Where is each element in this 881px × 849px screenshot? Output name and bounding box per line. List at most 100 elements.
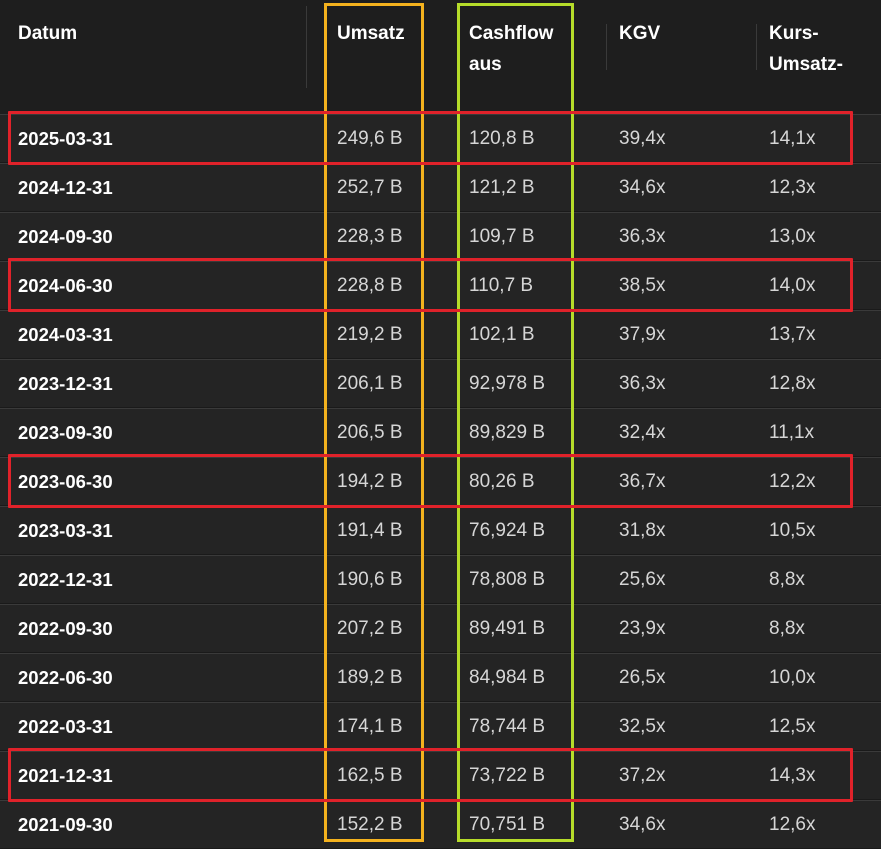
umsatz-cell: 194,2 B [337,471,403,492]
date-cell: 2022-06-30 [18,667,113,688]
kgv-cell: 39,4x [619,128,666,149]
kgv-cell: 26,5x [619,667,666,688]
kurs-umsatz-cell: 10,0x [769,667,816,688]
cashflow-cell: 92,978 B [469,373,546,394]
kurs-umsatz-cell: 12,5x [769,716,816,737]
cashflow-cell: 120,8 B [469,128,535,149]
cashflow-cell: 76,924 B [469,520,546,541]
date-cell: 2024-03-31 [18,324,113,345]
financial-table: Datum Umsatz Cashflow aus KGV Kurs- Umsa… [0,0,881,848]
kurs-umsatz-cell: 14,0x [769,275,816,296]
kurs-umsatz-cell: 13,0x [769,226,816,247]
date-cell: 2023-12-31 [18,373,113,394]
cashflow-cell: 110,7 B [469,275,534,296]
kgv-cell: 32,4x [619,422,666,443]
header-datum[interactable]: Datum [18,18,77,49]
kgv-cell: 31,8x [619,520,666,541]
umsatz-cell: 191,4 B [337,520,403,541]
umsatz-cell: 189,2 B [337,667,403,688]
header-kgv[interactable]: KGV [619,18,660,49]
date-cell: 2023-06-30 [18,471,113,492]
table-row[interactable]: 2023-12-31 206,1 B 92,978 B 36,3x 12,8x [0,359,881,407]
table-row[interactable]: 2022-12-31 190,6 B 78,808 B 25,6x 8,8x [0,555,881,603]
cashflow-cell: 89,829 B [469,422,546,443]
kgv-cell: 32,5x [619,716,666,737]
date-cell: 2022-12-31 [18,569,113,590]
table-row[interactable]: 2024-09-30 228,3 B 109,7 B 36,3x 13,0x [0,212,881,260]
cashflow-cell: 80,26 B [469,471,535,492]
table-row[interactable]: 2023-09-30 206,5 B 89,829 B 32,4x 11,1x [0,408,881,456]
header-kurs-umsatz[interactable]: Kurs- Umsatz- [769,18,843,80]
kgv-cell: 36,3x [619,373,666,394]
date-cell: 2022-09-30 [18,618,113,639]
date-cell: 2023-09-30 [18,422,113,443]
table-row[interactable]: 2022-03-31 174,1 B 78,744 B 32,5x 12,5x [0,702,881,750]
kurs-umsatz-cell: 12,2x [769,471,816,492]
kurs-umsatz-cell: 13,7x [769,324,816,345]
header-divider [306,6,307,88]
cashflow-cell: 89,491 B [469,618,546,639]
cashflow-cell: 84,984 B [469,667,546,688]
table-row[interactable]: 2021-12-31 162,5 B 73,722 B 37,2x 14,3x [0,751,881,799]
cashflow-cell: 102,1 B [469,324,535,345]
date-cell: 2025-03-31 [18,128,113,149]
kurs-umsatz-cell: 14,1x [769,128,816,149]
cashflow-cell: 121,2 B [469,177,535,198]
umsatz-cell: 206,1 B [337,373,403,394]
kurs-umsatz-cell: 12,3x [769,177,816,198]
umsatz-cell: 206,5 B [337,422,403,443]
cashflow-cell: 78,808 B [469,569,546,590]
table-row[interactable]: 2022-06-30 189,2 B 84,984 B 26,5x 10,0x [0,653,881,701]
kgv-cell: 37,9x [619,324,666,345]
cashflow-cell: 73,722 B [469,765,546,786]
header-divider [756,24,757,70]
kurs-umsatz-cell: 14,3x [769,765,816,786]
umsatz-cell: 152,2 B [337,814,403,835]
date-cell: 2022-03-31 [18,716,113,737]
date-cell: 2021-09-30 [18,814,113,835]
umsatz-cell: 228,3 B [337,226,403,247]
kurs-umsatz-cell: 11,1x [769,422,815,443]
table-row[interactable]: 2022-09-30 207,2 B 89,491 B 23,9x 8,8x [0,604,881,652]
kgv-cell: 36,7x [619,471,666,492]
cashflow-cell: 78,744 B [469,716,546,737]
kgv-cell: 38,5x [619,275,666,296]
kurs-umsatz-cell: 10,5x [769,520,816,541]
header-umsatz[interactable]: Umsatz [337,18,405,49]
table-header: Datum Umsatz Cashflow aus KGV Kurs- Umsa… [0,0,881,114]
header-divider [606,24,607,70]
date-cell: 2023-03-31 [18,520,113,541]
umsatz-cell: 174,1 B [337,716,403,737]
umsatz-cell: 252,7 B [337,177,403,198]
table-row[interactable]: 2024-12-31 252,7 B 121,2 B 34,6x 12,3x [0,163,881,211]
umsatz-cell: 190,6 B [337,569,403,590]
table-row[interactable]: 2021-09-30 152,2 B 70,751 B 34,6x 12,6x [0,800,881,848]
umsatz-cell: 249,6 B [337,128,403,149]
umsatz-cell: 207,2 B [337,618,403,639]
kgv-cell: 23,9x [619,618,666,639]
date-cell: 2024-12-31 [18,177,113,198]
table-row[interactable]: 2023-03-31 191,4 B 76,924 B 31,8x 10,5x [0,506,881,554]
kgv-cell: 25,6x [619,569,666,590]
umsatz-cell: 162,5 B [337,765,403,786]
date-cell: 2021-12-31 [18,765,113,786]
table-row[interactable]: 2023-06-30 194,2 B 80,26 B 36,7x 12,2x [0,457,881,505]
umsatz-cell: 228,8 B [337,275,403,296]
kgv-cell: 34,6x [619,177,666,198]
kurs-umsatz-cell: 12,8x [769,373,816,394]
kurs-umsatz-cell: 8,8x [769,618,805,639]
cashflow-cell: 70,751 B [469,814,546,835]
kgv-cell: 34,6x [619,814,666,835]
header-cashflow[interactable]: Cashflow aus [469,18,553,80]
umsatz-cell: 219,2 B [337,324,403,345]
date-cell: 2024-09-30 [18,226,113,247]
cashflow-cell: 109,7 B [469,226,535,247]
kgv-cell: 37,2x [619,765,666,786]
kgv-cell: 36,3x [619,226,666,247]
table-row[interactable]: 2024-03-31 219,2 B 102,1 B 37,9x 13,7x [0,310,881,358]
table-row[interactable]: 2025-03-31 249,6 B 120,8 B 39,4x 14,1x [0,114,881,162]
kurs-umsatz-cell: 8,8x [769,569,805,590]
table-row[interactable]: 2024-06-30 228,8 B 110,7 B 38,5x 14,0x [0,261,881,309]
date-cell: 2024-06-30 [18,275,113,296]
kurs-umsatz-cell: 12,6x [769,814,816,835]
